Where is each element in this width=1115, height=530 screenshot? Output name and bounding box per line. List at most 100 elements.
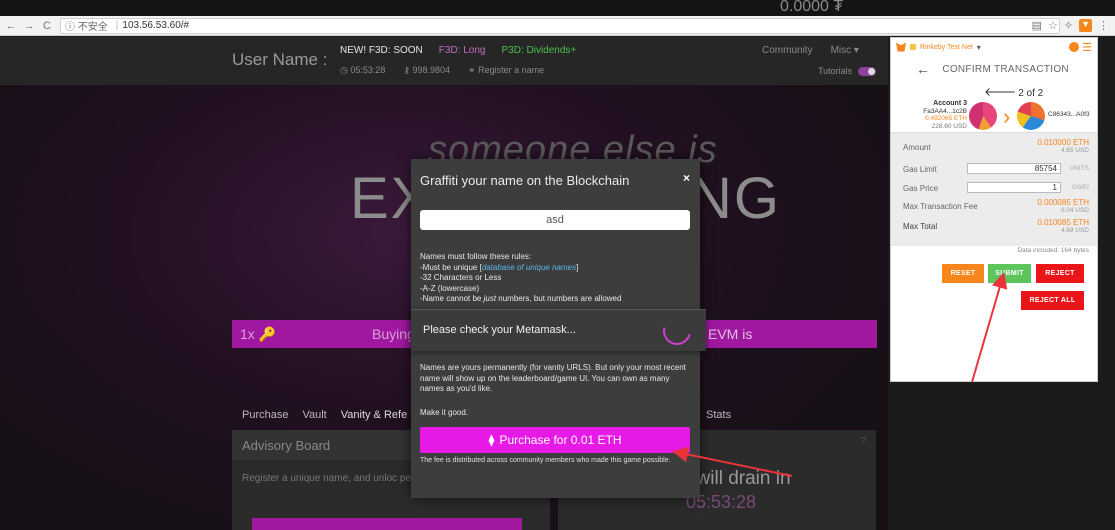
hamburger-menu-icon[interactable]: ☰: [1082, 41, 1092, 54]
max-fee-label: Max Transaction Fee: [903, 202, 978, 211]
ethereum-icon: ⧫: [488, 433, 495, 447]
network-caret-icon[interactable]: ▾: [977, 43, 981, 52]
from-avatar: [969, 102, 997, 130]
translate-icon[interactable]: ▤: [1032, 19, 1042, 32]
from-eth-balance: 0.492065 ETH: [925, 115, 967, 122]
menu-icon[interactable]: ⋮: [1098, 19, 1109, 32]
drain-text: t will drain in: [686, 468, 791, 489]
max-fee-row: Max Transaction Fee 0.000085 ETH 0.04 US…: [903, 199, 1089, 215]
register-name-link[interactable]: ⚭ Register a name: [468, 65, 544, 76]
metamask-topbar-right: ☰: [1069, 41, 1092, 54]
account-icon[interactable]: [1069, 42, 1080, 52]
p3d-link[interactable]: P3D: Dividends+: [502, 45, 577, 56]
url-text: 103.56.53.60/#: [122, 20, 190, 31]
header-stats: ◷ 05:53:28 ⚷ 998.9804 ⚭ Register a name: [340, 65, 544, 76]
purchase-button[interactable]: ⧫ Purchase for 0.01 ETH: [420, 427, 690, 453]
max-fee-usd: 0.04 USD: [1060, 207, 1089, 214]
help-icon[interactable]: ?: [860, 436, 866, 447]
amount-value: 0.010000 ETH 4.65 USD: [1037, 139, 1089, 155]
name-input[interactable]: [420, 210, 690, 230]
key-count: 1x 🔑: [240, 325, 277, 342]
from-address: Fa3AA4...1c2B: [923, 107, 967, 115]
site-header: User Name : NEW! F3D: SOON F3D: Long P3D…: [0, 37, 888, 85]
network-dot-icon: [910, 44, 916, 50]
make-it-good: Make it good.: [420, 408, 469, 417]
max-total-usd: 4.69 USD: [1060, 227, 1089, 234]
clock-icon: ◷: [340, 65, 351, 75]
account-transfer: Account 3 Fa3AA4...1c2B 0.492065 ETH 228…: [899, 100, 1090, 136]
reject-button[interactable]: REJECT: [1036, 264, 1084, 283]
amount-label: Amount: [903, 143, 931, 152]
address-divider: |: [115, 20, 119, 31]
tab-stats[interactable]: Stats: [706, 409, 731, 421]
amount-eth: 0.010000 ETH: [1037, 138, 1089, 147]
check-metamask-text: Please check your Metamask...: [423, 324, 576, 336]
submit-button[interactable]: SUBMIT: [988, 264, 1031, 283]
tab-purchase[interactable]: Purchase: [242, 409, 288, 421]
security-indicator[interactable]: ⓘ 不安全: [65, 18, 108, 33]
from-usd-balance: 228.60 USD: [931, 122, 967, 130]
amount-usd: 4.65 USD: [1060, 147, 1089, 154]
pager-text: 2 of 2: [1018, 88, 1044, 99]
loading-spinner-icon: [657, 311, 697, 351]
rules-title: Names must follow these rules:: [420, 252, 532, 261]
max-fee-eth: 0.000085 ETH: [1037, 198, 1089, 207]
gas-price-row: Gas Price GWEI: [903, 182, 1089, 193]
community-link[interactable]: Community: [762, 45, 813, 56]
metamask-extension-icon[interactable]: ▼: [1079, 19, 1092, 32]
toggle-switch[interactable]: [858, 66, 877, 76]
keys-stat: ⚷ 998.9804: [403, 65, 451, 75]
register-name-button[interactable]: [252, 518, 522, 530]
gas-price-unit: GWEI: [1071, 184, 1089, 191]
modal-title: Graffiti your name on the Blockchain: [420, 173, 630, 188]
amount-row: Amount 0.010000 ETH 4.65 USD: [903, 139, 1089, 155]
back-button[interactable]: ←: [4, 20, 18, 32]
pager-back-icon[interactable]: 🡐: [984, 85, 1016, 99]
chevron-right-icon: ›: [1003, 104, 1011, 129]
ghost-text: 0.0000 ₮: [780, 0, 844, 15]
confirm-title: CONFIRM TRANSACTION: [942, 63, 1069, 75]
tutorials-toggle[interactable]: Tutorials: [818, 66, 877, 76]
browser-extension-icons: ▤ ☆ ✧ ▼ ⋮: [1032, 19, 1109, 32]
confirm-header: ← CONFIRM TRANSACTION: [891, 56, 1097, 82]
gas-limit-row: Gas Limit UNITS: [903, 163, 1090, 174]
top-strip: 0.0000 ₮: [0, 0, 1115, 16]
tx-pager: 🡐 2 of 2: [984, 84, 1043, 99]
address-bar[interactable]: ⓘ 不安全 | 103.56.53.60/#: [60, 17, 1060, 34]
from-account-name: Account 3: [933, 100, 967, 107]
to-address: C86343...A0f3: [1048, 111, 1090, 118]
hero-title-right: NG: [690, 166, 781, 231]
close-icon[interactable]: ×: [683, 171, 690, 185]
f3d-long-link[interactable]: F3D: Long: [439, 45, 486, 56]
reset-button[interactable]: RESET: [942, 264, 984, 283]
tab-vanity[interactable]: Vanity & Refe: [341, 409, 407, 421]
back-arrow-icon[interactable]: ←: [916, 61, 930, 77]
link-icon: ⚭: [468, 65, 479, 75]
rule-numbers: -Name cannot be just numbers, but number…: [420, 294, 622, 303]
unique-names-link[interactable]: database of unique names: [482, 263, 576, 272]
reload-button[interactable]: C: [40, 20, 54, 32]
max-total-eth: 0.010085 ETH: [1037, 218, 1089, 227]
reject-all-button[interactable]: REJECT ALL: [1021, 291, 1084, 310]
max-fee-value: 0.000085 ETH 0.04 USD: [1037, 199, 1089, 215]
star-icon[interactable]: ☆: [1048, 19, 1058, 32]
forward-button[interactable]: →: [22, 20, 36, 32]
purchase-label: Purchase for 0.01 ETH: [499, 433, 622, 447]
data-included: Data included: 164 bytes: [1017, 247, 1089, 254]
gas-limit-unit: UNITS: [1069, 165, 1090, 172]
rule-length: -32 Characters or Less: [420, 273, 502, 282]
tab-vault[interactable]: Vault: [302, 409, 326, 421]
misc-menu[interactable]: Misc ▾: [831, 45, 859, 56]
browser-toolbar: ← → C ⓘ 不安全 | 103.56.53.60/# ▤ ☆ ✧ ▼ ⋮: [0, 16, 1115, 36]
max-total-label: Max Total: [903, 222, 938, 231]
gas-price-input[interactable]: [967, 182, 1061, 193]
max-total-value: 0.010085 ETH 4.69 USD: [1037, 219, 1089, 235]
new-f3d-link[interactable]: NEW! F3D: SOON: [340, 45, 423, 56]
gas-limit-input[interactable]: [967, 163, 1061, 174]
tutorials-label: Tutorials: [818, 66, 853, 76]
metamask-popup: Rinkeby Test Net ▾ ☰ ← CONFIRM TRANSACTI…: [890, 37, 1098, 382]
gas-price-label: Gas Price: [903, 184, 939, 193]
extension-icon[interactable]: ✧: [1064, 19, 1073, 32]
user-name-label: User Name :: [232, 50, 328, 69]
network-name[interactable]: Rinkeby Test Net: [920, 44, 973, 51]
